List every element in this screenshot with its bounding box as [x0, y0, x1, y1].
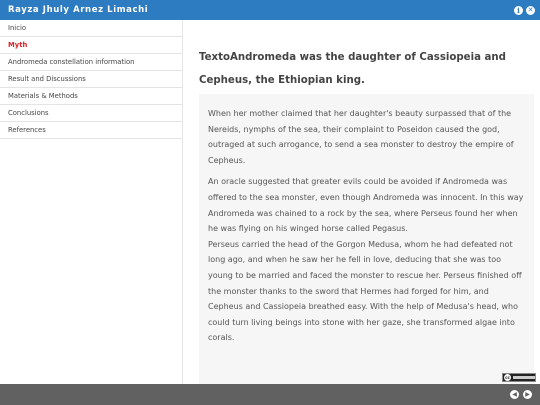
sidebar-item-results[interactable]: Result and Discussions — [0, 71, 182, 88]
paragraph-1: When her mother claimed that her daughte… — [208, 109, 514, 165]
next-icon[interactable]: ▶ — [523, 390, 532, 399]
sidebar-nav: Inicio Myth Andromeda constellation info… — [0, 20, 183, 384]
paragraph-2: An oracle suggested that greater evils c… — [208, 177, 524, 234]
sidebar-item-myth[interactable]: Myth — [0, 37, 182, 54]
footer-bar: ◀ ▶ — [0, 384, 540, 405]
page-heading: TextoAndromeda was the daughter of Cassi… — [199, 52, 506, 86]
previous-icon[interactable]: ◀ — [510, 390, 519, 399]
sidebar-item-andromeda-constellation[interactable]: Andromeda constellation information — [0, 54, 182, 71]
top-bar: Rayza Jhuly Arnez Limachi i ✕ — [0, 0, 540, 20]
sidebar-item-inicio[interactable]: Inicio — [0, 20, 182, 37]
sidebar-item-references[interactable]: References — [0, 122, 182, 139]
author-title: Rayza Jhuly Arnez Limachi — [8, 5, 149, 15]
sidebar-item-materials[interactable]: Materials & Methods — [0, 88, 182, 105]
myth-text-box: When her mother claimed that her daughte… — [199, 94, 534, 384]
license-stripe — [513, 376, 535, 379]
paragraph-3: Perseus carried the head of the Gorgon M… — [208, 239, 522, 343]
creative-commons-icon: cc — [504, 374, 511, 381]
creative-commons-badge[interactable]: cc — [502, 373, 536, 382]
main-content: TextoAndromeda was the daughter of Cassi… — [183, 20, 540, 384]
top-bar-actions: i ✕ — [514, 5, 535, 15]
sidebar-item-conclusions[interactable]: Conclusions — [0, 105, 182, 122]
info-icon[interactable]: i — [514, 5, 523, 15]
close-icon[interactable]: ✕ — [526, 5, 535, 15]
